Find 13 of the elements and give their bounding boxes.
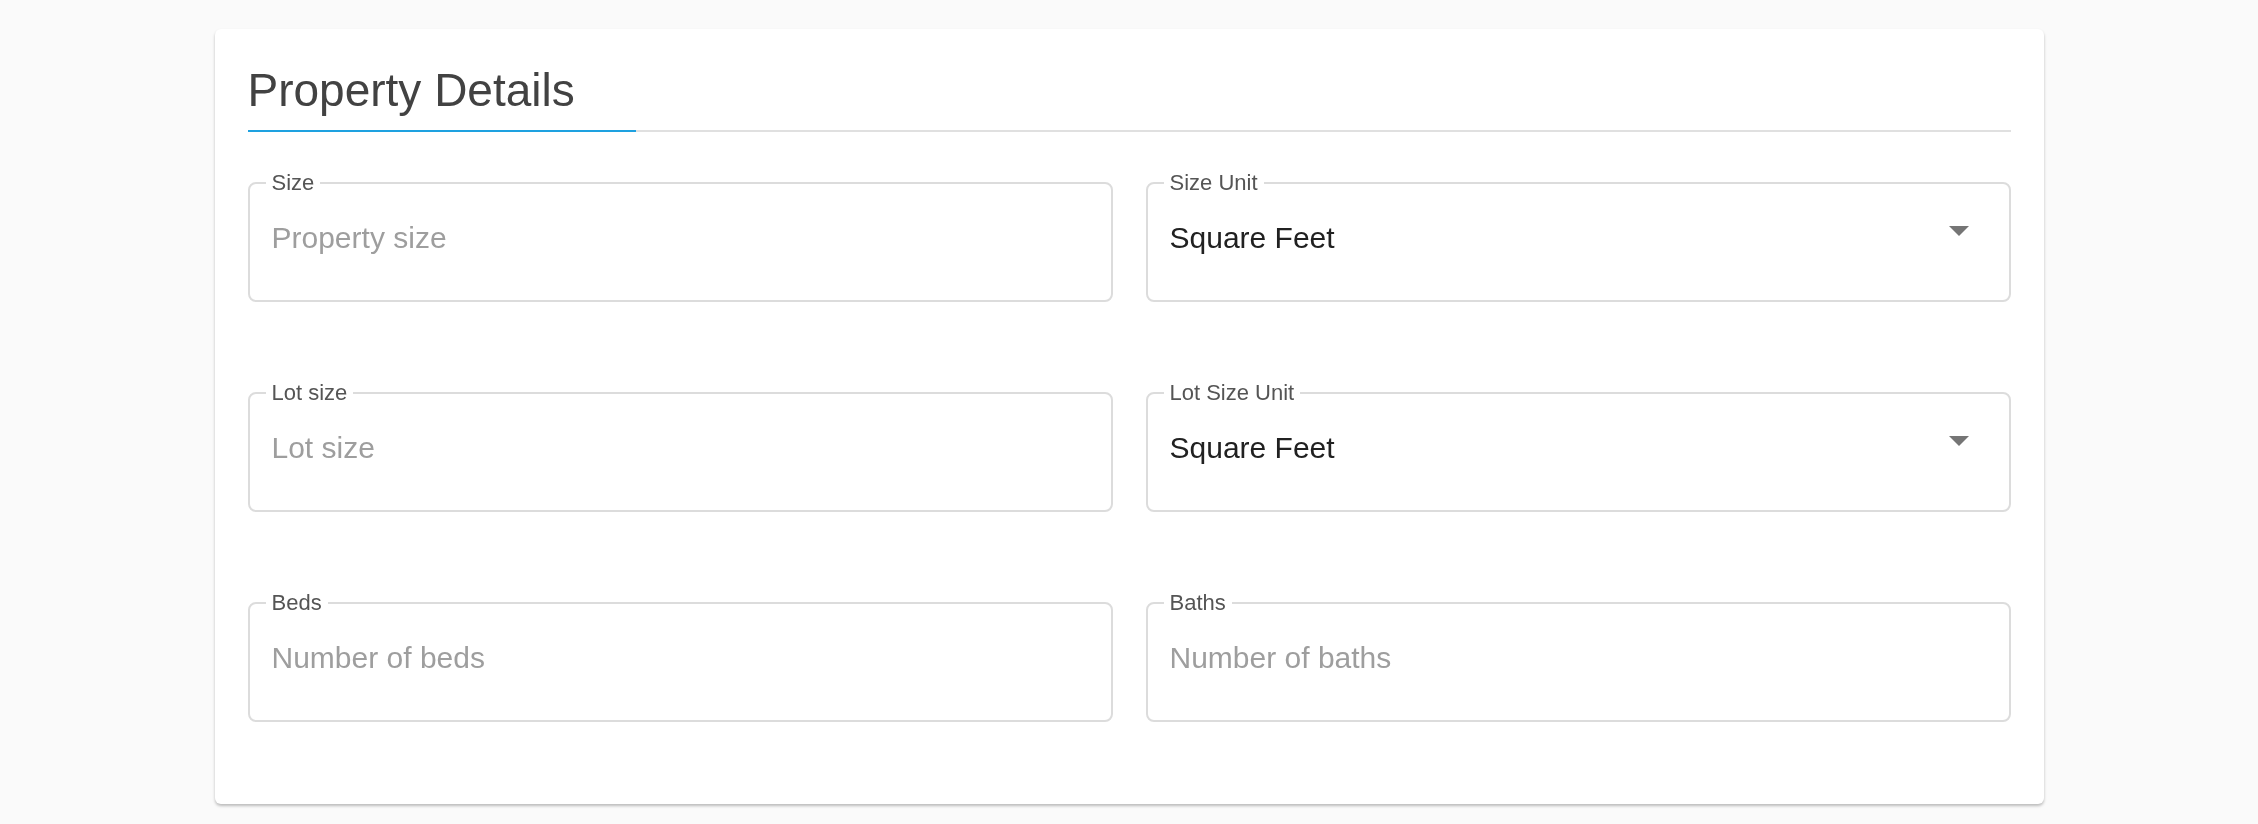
input-field[interactable]: Number of beds xyxy=(271,641,1089,675)
field-label: Lot size xyxy=(270,382,349,404)
field-label: Baths xyxy=(1168,592,1227,614)
caret-icon xyxy=(1948,436,1969,446)
select-field[interactable]: Lot Size Unit Square Feet xyxy=(1145,382,2011,512)
field-label: Beds xyxy=(270,592,323,614)
input-field[interactable]: Lot size xyxy=(271,431,1089,465)
input-field[interactable]: Property size xyxy=(271,221,1089,255)
select-field[interactable]: Size Unit Square Feet xyxy=(1145,172,2011,302)
input-field[interactable]: Number of baths xyxy=(1169,641,1987,675)
section-title: Property Details xyxy=(247,63,575,118)
field-label: Size xyxy=(270,172,316,194)
caret-icon xyxy=(1948,226,1969,236)
